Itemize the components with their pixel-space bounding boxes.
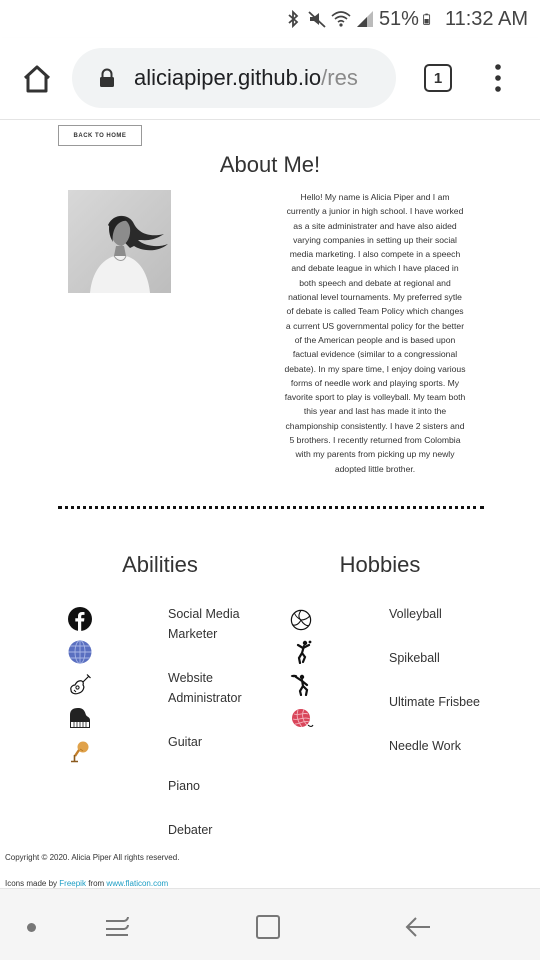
wifi-icon	[331, 11, 351, 27]
bio-line: currently a junior in high school. I hav…	[286, 206, 464, 217]
ability-label-guitar: Guitar	[168, 735, 203, 749]
url-text[interactable]: aliciapiper.github.io/res	[134, 65, 386, 91]
bio-line: both speech and debate at regional and	[299, 277, 451, 288]
bio-line: championship consistently. I have 2 sist…	[285, 420, 465, 431]
globe-icon	[68, 640, 92, 664]
about-title: About Me!	[219, 152, 321, 177]
hobbies-title: Hobbies	[339, 552, 421, 577]
address-bar[interactable]: aliciapiper.github.io/res	[72, 48, 396, 108]
portrait-photo	[68, 190, 171, 293]
volleyball-icon	[290, 609, 312, 631]
nav-home-button[interactable]	[256, 915, 280, 939]
spikeball-player-icon	[296, 640, 312, 664]
nav-dot-icon[interactable]	[27, 923, 36, 932]
tab-switcher-button[interactable]: 1	[424, 64, 452, 92]
ability-label-line1: Website	[168, 671, 213, 685]
bio-line: adopted little brother.	[334, 463, 416, 474]
hobby-label-needle-work: Needle Work	[389, 739, 462, 753]
bio-line: as a site administrater and have also ai…	[293, 220, 457, 231]
bio-line: and debate league in which I have placed…	[291, 263, 459, 274]
bio-line: 5 brothers. I recently returned from Col…	[289, 435, 461, 446]
back-arrow-icon[interactable]	[404, 913, 432, 941]
bio-line: factual evidence (similar to a congressi…	[292, 349, 458, 360]
credits-from: from	[88, 879, 105, 888]
clock: 11:32 AM	[444, 7, 528, 30]
back-to-home-button[interactable]: BACK TO HOME	[58, 125, 142, 146]
ability-label-line2: Administrator	[168, 691, 242, 705]
yarn-ball-icon	[292, 709, 314, 728]
microphone-icon	[71, 741, 89, 763]
ability-label-line2: Marketer	[168, 627, 218, 641]
freepik-link[interactable]: Freepik	[59, 879, 86, 888]
hobby-label-ultimate-frisbee: Ultimate Frisbee	[389, 695, 480, 709]
status-bar: 51% 11:32 AM	[0, 0, 540, 38]
bio-text: Hello! My name is Alicia Piper and I am c…	[276, 190, 474, 476]
system-nav-bar	[0, 888, 540, 960]
icon-credits: Icons made by Freepik from www.flaticon.…	[5, 879, 168, 888]
bio-line: this year and last has made it into the	[303, 406, 447, 417]
bio-line: national level tournaments. My preferred…	[288, 292, 462, 303]
bio-line: Hello! My name is Alicia Piper and I am	[300, 192, 450, 202]
abilities-title: Abilities	[122, 552, 198, 577]
bio-line: favorite sport to play is volleyball. My…	[284, 392, 466, 403]
flaticon-link[interactable]: www.flaticon.com	[106, 879, 168, 888]
frisbee-player-icon	[290, 674, 309, 696]
url-path: /res	[321, 65, 358, 90]
dotted-divider	[58, 506, 484, 510]
bio-line: varying companies in setting up their so…	[293, 234, 457, 245]
guitar-icon	[70, 674, 91, 695]
bio-line: debate). In my spare time, I enjoy doing…	[284, 363, 466, 374]
url-host: aliciapiper.github.io	[134, 65, 322, 90]
ability-label-website: Website Administrator	[168, 668, 242, 708]
hobby-label-volleyball: Volleyball	[389, 607, 442, 621]
ability-label-social-media: Social Media Marketer	[168, 604, 240, 644]
browser-toolbar: aliciapiper.github.io/res 1	[0, 38, 540, 120]
bio-line: a current US governmental policy for the…	[285, 320, 465, 331]
signal-icon	[356, 11, 373, 27]
battery-percent: 51%	[378, 7, 419, 30]
page-content: BACK TO HOME About Me! Hello! My name is…	[0, 120, 540, 888]
ability-label-piano: Piano	[168, 779, 200, 793]
more-options-icon[interactable]	[490, 62, 506, 94]
battery-icon	[423, 13, 431, 25]
facebook-icon	[68, 607, 92, 631]
mute-icon	[308, 11, 326, 28]
status-icons: 51% 11:32 AM	[283, 6, 528, 32]
ability-label-debater: Debater	[168, 823, 213, 837]
piano-icon	[70, 708, 90, 728]
lock-icon	[100, 68, 114, 87]
home-icon[interactable]	[18, 60, 56, 98]
bio-line: of debate is called Team Policy which ch…	[286, 306, 464, 317]
bio-line: forms of needle work and playing sports.…	[290, 377, 460, 388]
bio-line: with my parents from picking up my newly	[295, 449, 455, 460]
bluetooth-icon	[288, 9, 299, 29]
recent-apps-icon[interactable]	[104, 913, 130, 939]
hobby-label-spikeball: Spikeball	[389, 651, 440, 665]
bio-line: of the American people and is based upon	[294, 334, 456, 345]
bio-line: media marketing. I also compete in a spe…	[289, 249, 461, 260]
copyright-text: Copyright © 2020. Alicia Piper All right…	[5, 853, 180, 862]
credits-prefix: Icons made by	[5, 879, 58, 888]
ability-label-line1: Social Media	[168, 607, 240, 621]
